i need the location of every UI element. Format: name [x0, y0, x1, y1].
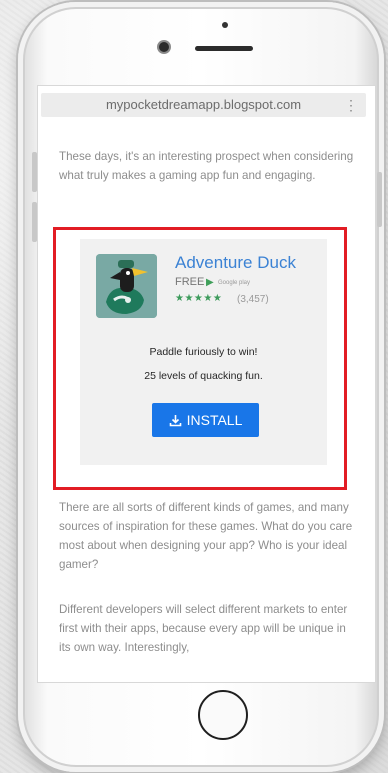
article-paragraph-2: There are all sorts of different kinds o… — [59, 501, 353, 571]
power-button — [377, 172, 382, 227]
earpiece-speaker — [195, 46, 253, 51]
address-bar[interactable]: mypocketdreamapp.blogspot.com ⋮ — [41, 93, 366, 117]
home-button[interactable] — [198, 690, 248, 740]
front-camera-icon — [159, 42, 169, 52]
article-paragraph-1: These days, it's an interesting prospect… — [59, 150, 354, 182]
more-vert-icon[interactable]: ⋮ — [344, 96, 358, 114]
ad-highlight-box — [53, 227, 347, 490]
proximity-sensor — [222, 22, 228, 28]
url-text: mypocketdreamapp.blogspot.com — [105, 97, 302, 112]
article-paragraph-3: Different developers will select differe… — [59, 603, 348, 654]
